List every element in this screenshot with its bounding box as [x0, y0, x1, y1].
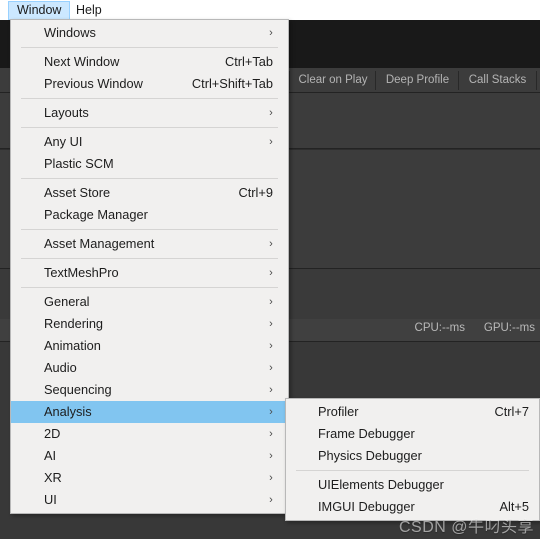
clear-on-play-button[interactable]: Clear on Play: [289, 71, 377, 90]
menubar-item-help-label: Help: [76, 3, 102, 17]
deep-profile-label: Deep Profile: [385, 74, 450, 86]
menu-item-audio[interactable]: Audio ›: [11, 357, 288, 379]
menu-item-xr[interactable]: XR ›: [11, 467, 288, 489]
menu-item-general-label: General: [44, 294, 90, 309]
analysis-submenu: Profiler Ctrl+7 Frame Debugger Physics D…: [285, 398, 540, 521]
menu-item-animation[interactable]: Animation ›: [11, 335, 288, 357]
menu-item-audio-label: Audio: [44, 360, 77, 375]
submenu-item-uielements-debugger[interactable]: UIElements Debugger: [286, 474, 539, 496]
menu-item-2d[interactable]: 2D ›: [11, 423, 288, 445]
menu-item-general[interactable]: General ›: [11, 291, 288, 313]
submenu-item-physics-debugger[interactable]: Physics Debugger: [286, 445, 539, 467]
menu-item-textmeshpro-label: TextMeshPro: [44, 265, 119, 280]
chevron-right-icon: ›: [269, 296, 273, 308]
menu-separator: [21, 258, 278, 259]
menu-item-analysis[interactable]: Analysis ›: [11, 401, 288, 423]
menu-item-asset-store[interactable]: Asset Store Ctrl+9: [11, 182, 288, 204]
chevron-right-icon: ›: [269, 340, 273, 352]
menu-item-any-ui-label: Any UI: [44, 134, 83, 149]
chevron-right-icon: ›: [269, 27, 273, 39]
menu-item-asset-management-label: Asset Management: [44, 236, 155, 251]
menu-item-ai-label: AI: [44, 448, 57, 463]
menu-separator: [21, 127, 278, 128]
menu-item-textmeshpro[interactable]: TextMeshPro ›: [11, 262, 288, 284]
menu-item-sequencing[interactable]: Sequencing ›: [11, 379, 288, 401]
chevron-right-icon: ›: [269, 318, 273, 330]
menu-item-package-manager-label: Package Manager: [44, 207, 148, 222]
menu-item-layouts-label: Layouts: [44, 105, 89, 120]
chevron-right-icon: ›: [269, 384, 273, 396]
menu-item-sequencing-label: Sequencing: [44, 382, 112, 397]
call-stacks-button[interactable]: Call Stacks: [458, 71, 537, 90]
menu-separator: [21, 47, 278, 48]
submenu-item-frame-debugger[interactable]: Frame Debugger: [286, 423, 539, 445]
chevron-right-icon: ›: [269, 238, 273, 250]
menu-item-xr-label: XR: [44, 470, 62, 485]
menu-separator: [21, 178, 278, 179]
menu-item-ui-label: UI: [44, 492, 57, 507]
menu-item-previous-window[interactable]: Previous Window Ctrl+Shift+Tab: [11, 73, 288, 95]
submenu-item-uielements-debugger-label: UIElements Debugger: [318, 477, 444, 492]
menu-separator: [21, 287, 278, 288]
submenu-item-profiler-shortcut: Ctrl+7: [494, 404, 530, 419]
chevron-right-icon: ›: [269, 362, 273, 374]
menu-item-plastic-scm[interactable]: Plastic SCM: [11, 153, 288, 175]
menu-item-rendering-label: Rendering: [44, 316, 104, 331]
menu-bar: Window Help: [0, 0, 540, 20]
deep-profile-button[interactable]: Deep Profile: [375, 71, 460, 90]
chevron-right-icon: ›: [269, 136, 273, 148]
chevron-right-icon: ›: [269, 494, 273, 506]
menu-separator: [21, 98, 278, 99]
menu-item-next-window-shortcut: Ctrl+Tab: [224, 54, 273, 69]
window-dropdown-menu: Windows › Next Window Ctrl+Tab Previous …: [10, 19, 289, 514]
cpu-time-label: CPU:--ms: [414, 322, 465, 334]
menu-item-asset-store-label: Asset Store: [44, 185, 111, 200]
menubar-item-help[interactable]: Help: [68, 1, 110, 19]
submenu-item-profiler[interactable]: Profiler Ctrl+7: [286, 401, 539, 423]
chevron-right-icon: ›: [269, 450, 273, 462]
menu-item-asset-management[interactable]: Asset Management ›: [11, 233, 288, 255]
menu-item-next-window-label: Next Window: [44, 54, 120, 69]
chevron-right-icon: ›: [269, 267, 273, 279]
menu-item-ui[interactable]: UI ›: [11, 489, 288, 511]
gpu-time-label: GPU:--ms: [483, 322, 535, 334]
menu-item-analysis-label: Analysis: [44, 404, 92, 419]
menubar-item-window[interactable]: Window: [8, 1, 71, 20]
submenu-item-frame-debugger-label: Frame Debugger: [318, 426, 415, 441]
submenu-item-profiler-label: Profiler: [318, 404, 359, 419]
menu-item-animation-label: Animation: [44, 338, 101, 353]
chevron-right-icon: ›: [269, 107, 273, 119]
chevron-right-icon: ›: [269, 472, 273, 484]
menu-item-rendering[interactable]: Rendering ›: [11, 313, 288, 335]
submenu-item-physics-debugger-label: Physics Debugger: [318, 448, 422, 463]
csdn-watermark: CSDN @牛叼头享: [398, 519, 534, 536]
menu-item-any-ui[interactable]: Any UI ›: [11, 131, 288, 153]
call-stacks-label: Call Stacks: [468, 74, 527, 86]
chevron-right-icon: ›: [269, 406, 273, 418]
menu-separator: [296, 470, 529, 471]
menu-item-2d-label: 2D: [44, 426, 61, 441]
menubar-item-window-label: Window: [17, 3, 62, 17]
menu-item-windows[interactable]: Windows ›: [11, 22, 288, 44]
menu-item-ai[interactable]: AI ›: [11, 445, 288, 467]
menu-item-previous-window-label: Previous Window: [44, 76, 143, 91]
menu-item-plastic-scm-label: Plastic SCM: [44, 156, 114, 171]
menu-item-asset-store-shortcut: Ctrl+9: [238, 185, 274, 200]
menu-separator: [21, 229, 278, 230]
menu-item-previous-window-shortcut: Ctrl+Shift+Tab: [191, 76, 273, 91]
clear-on-play-label: Clear on Play: [298, 74, 368, 86]
menu-item-windows-label: Windows: [44, 25, 96, 40]
menu-item-layouts[interactable]: Layouts ›: [11, 102, 288, 124]
chevron-right-icon: ›: [269, 428, 273, 440]
menu-item-package-manager[interactable]: Package Manager: [11, 204, 288, 226]
menu-item-next-window[interactable]: Next Window Ctrl+Tab: [11, 51, 288, 73]
